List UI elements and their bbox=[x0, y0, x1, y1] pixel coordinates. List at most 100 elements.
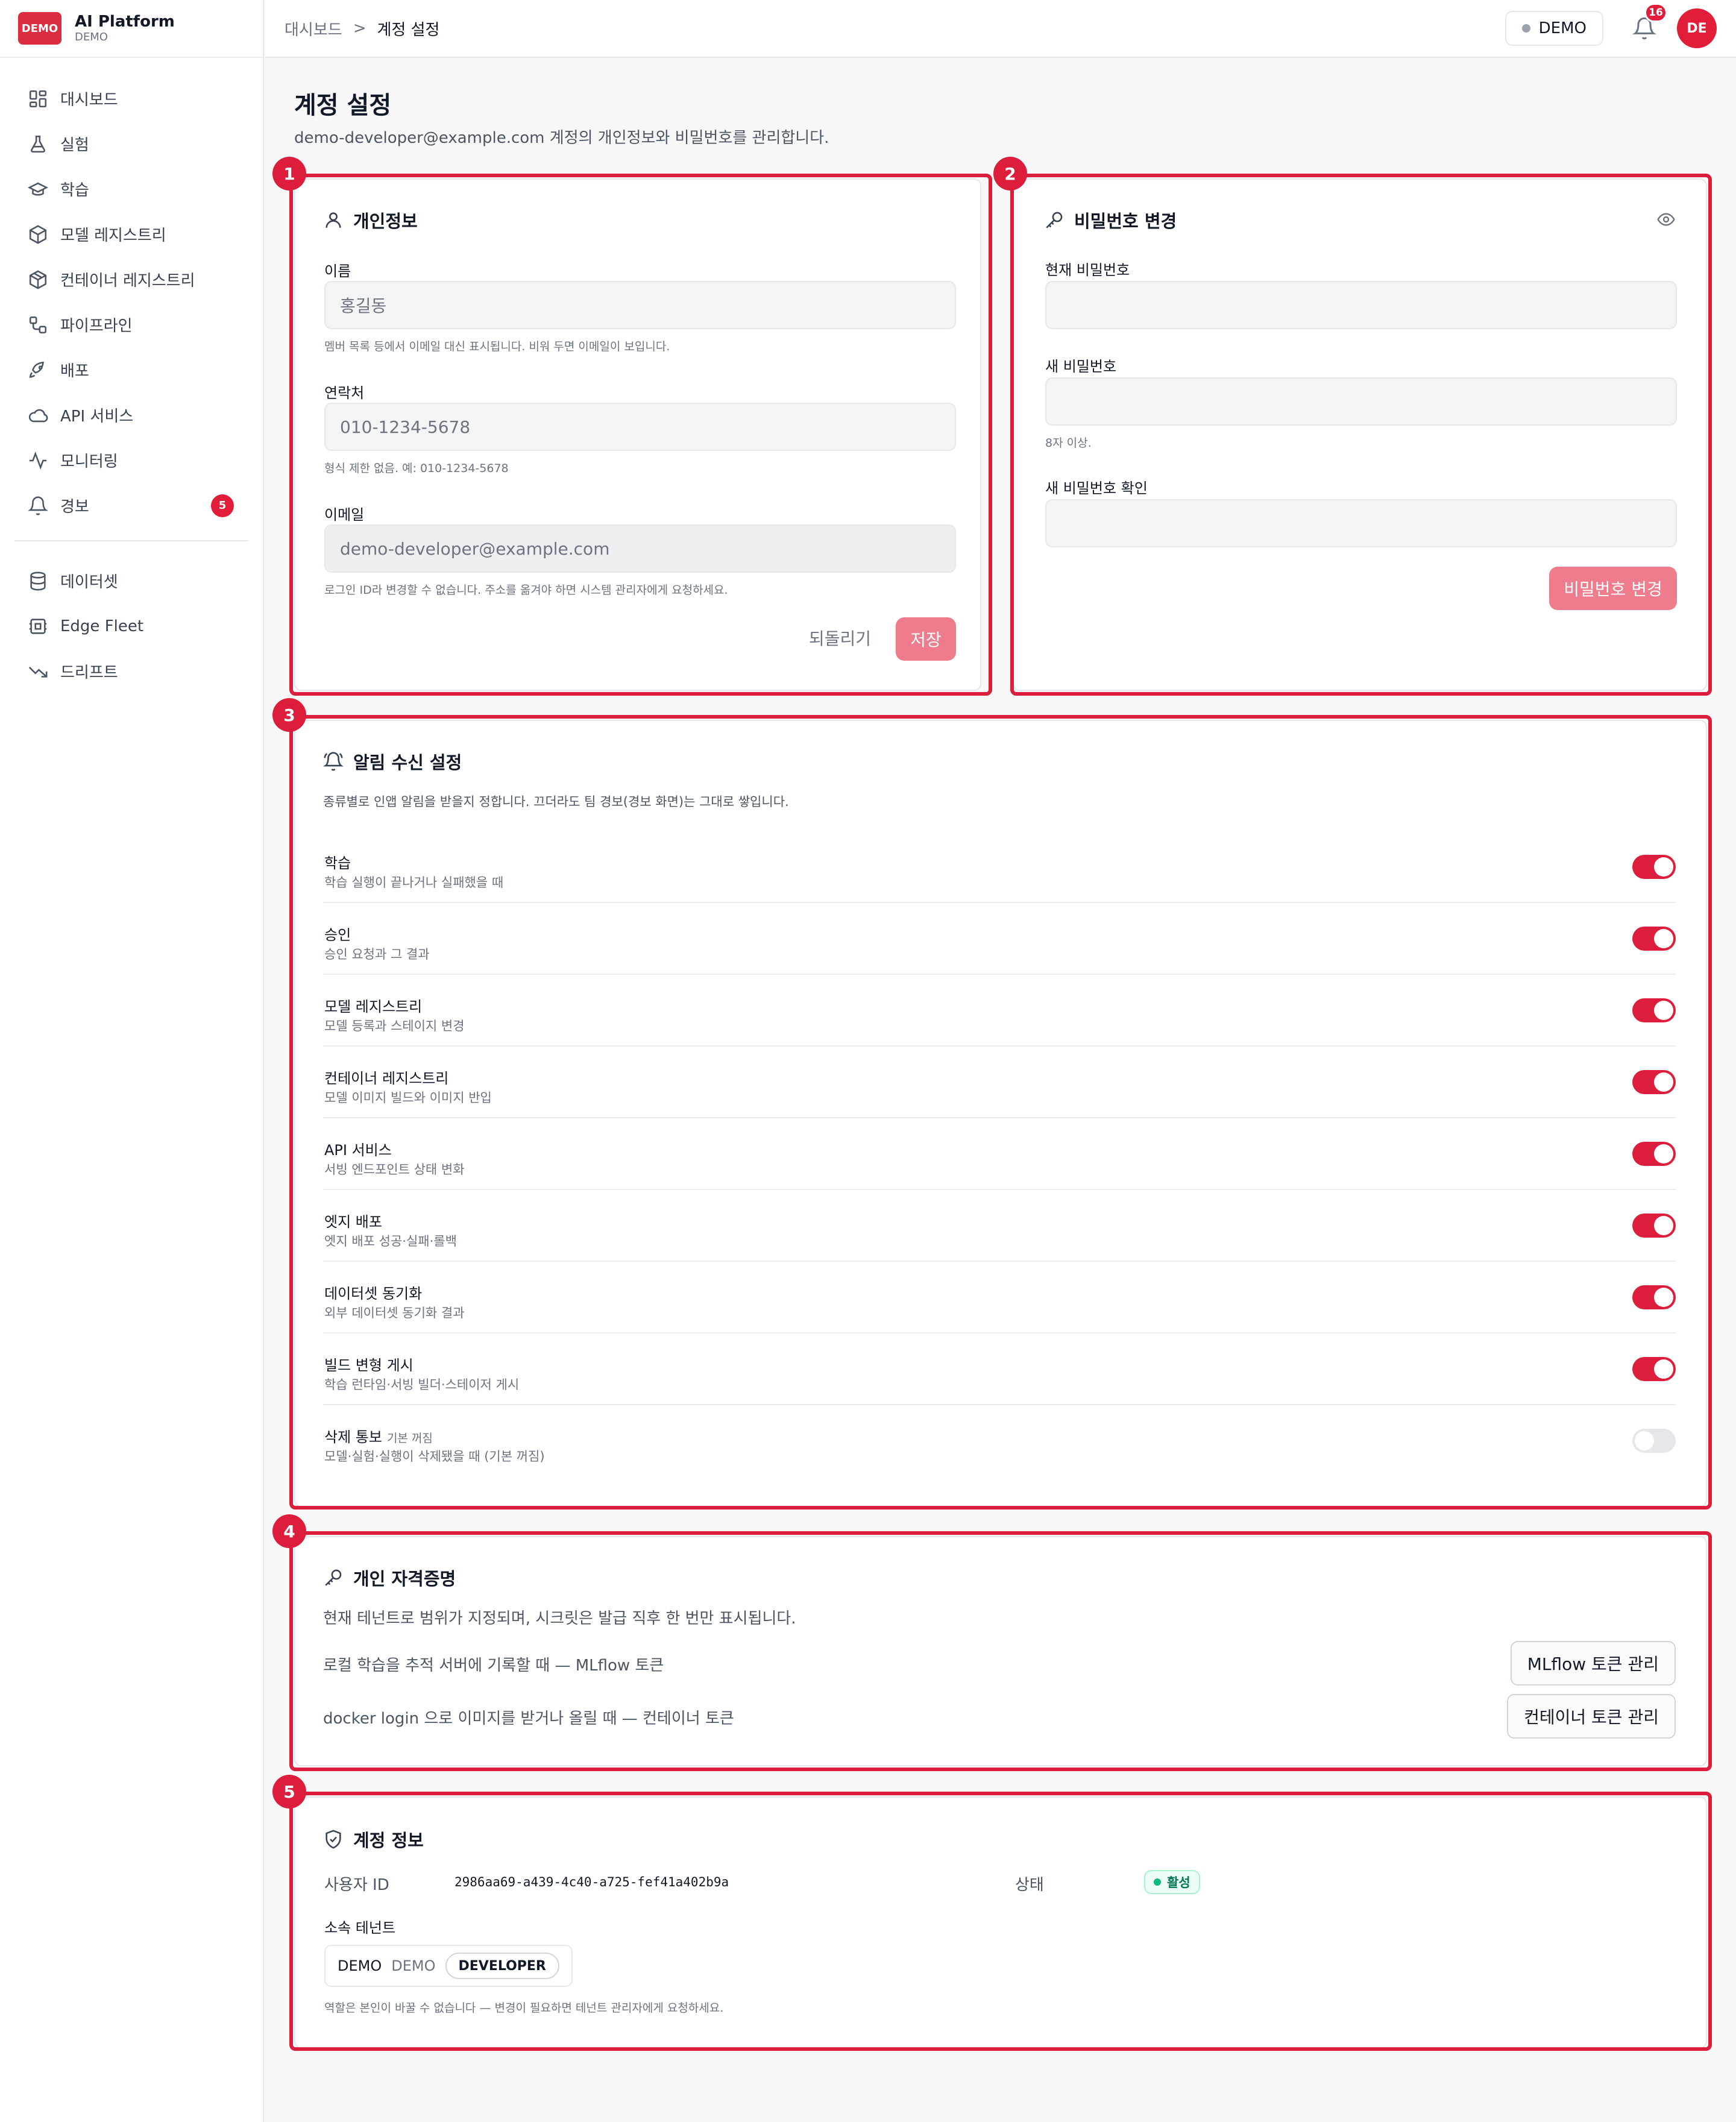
notification-name: 학습 bbox=[324, 855, 351, 872]
notification-count-badge: 16 bbox=[1644, 3, 1667, 22]
trend-down-icon bbox=[28, 661, 48, 682]
sidebar-item-monitoring[interactable]: 모니터링 bbox=[0, 438, 263, 483]
sidebar-item-drift[interactable]: 드리프트 bbox=[0, 649, 263, 694]
notification-row-model-registry: 모델 레지스트리 모델 등록과 스테이지 변경 bbox=[323, 975, 1676, 1047]
notification-sub: 엣지 배포 성공·실패·롤백 bbox=[324, 1234, 457, 1248]
role-help: 역할은 본인이 바꿀 수 없습니다 — 변경이 필요하면 테넌트 관리자에게 요… bbox=[324, 2001, 724, 2015]
bell-icon bbox=[323, 751, 344, 772]
notification-title-text: 알림 수신 설정 bbox=[353, 752, 462, 773]
status-badge: 활성 bbox=[1144, 1870, 1200, 1894]
tenant-switcher[interactable]: DEMO bbox=[1505, 11, 1603, 46]
sidebar-item-pipeline[interactable]: 파이프라인 bbox=[0, 302, 263, 347]
section-marker: 3 bbox=[272, 698, 306, 732]
notification-toggle-container-registry[interactable] bbox=[1632, 1070, 1676, 1094]
sidebar-item-label: 데이터셋 bbox=[60, 573, 118, 591]
notification-bell[interactable]: 16 bbox=[1632, 3, 1667, 40]
activity-icon bbox=[28, 450, 48, 471]
breadcrumb-root[interactable]: 대시보드 bbox=[285, 17, 342, 40]
name-label: 이름 bbox=[324, 263, 351, 280]
toggle-knob bbox=[1654, 929, 1673, 948]
profile-card-title: 개인정보 bbox=[323, 207, 418, 233]
notification-sub: 모델 등록과 스테이지 변경 bbox=[324, 1019, 465, 1033]
password-title-text: 비밀번호 변경 bbox=[1074, 211, 1177, 231]
notification-sub: 학습 런타임·서빙 빌더·스테이저 게시 bbox=[324, 1377, 520, 1392]
sidebar-item-edge-fleet[interactable]: Edge Fleet bbox=[0, 603, 263, 649]
current-password-input[interactable] bbox=[1045, 281, 1677, 329]
notification-toggle-dataset-sync[interactable] bbox=[1632, 1285, 1676, 1309]
section-marker: 4 bbox=[272, 1514, 306, 1548]
brand[interactable]: DEMO AI Platform DEMO bbox=[0, 0, 263, 58]
breadcrumb-current: 계정 설정 bbox=[377, 20, 440, 39]
notification-toggle-api-service[interactable] bbox=[1632, 1142, 1676, 1166]
sidebar-divider bbox=[14, 540, 248, 541]
notification-sub: 모델·실험·실행이 삭제됐을 때 (기본 꺼짐) bbox=[324, 1449, 545, 1464]
phone-input[interactable]: 010-1234-5678 bbox=[324, 403, 956, 451]
name-input[interactable]: 홍길동 bbox=[324, 281, 956, 329]
sidebar-item-label: 드리프트 bbox=[60, 664, 118, 682]
manage-container-token-button[interactable]: 컨테이너 토큰 관리 bbox=[1507, 1694, 1676, 1739]
notification-row-deletion: 삭제 통보 기본 꺼짐 모델·실험·실행이 삭제됐을 때 (기본 꺼짐) bbox=[323, 1406, 1676, 1477]
package-icon bbox=[28, 269, 48, 290]
reset-button[interactable]: 되돌리기 bbox=[809, 626, 871, 650]
notification-toggle-training[interactable] bbox=[1632, 855, 1676, 879]
tenant-switcher-label: DEMO bbox=[1538, 19, 1587, 37]
sidebar-item-deploy[interactable]: 배포 bbox=[0, 347, 263, 392]
email-label: 이메일 bbox=[324, 506, 365, 523]
sidebar-item-label: 컨테이너 레지스트리 bbox=[60, 272, 195, 290]
account-title-text: 계정 정보 bbox=[353, 1830, 424, 1851]
dashboard-icon bbox=[28, 89, 48, 109]
notification-name: 빌드 변형 게시 bbox=[324, 1357, 414, 1374]
sidebar-item-label: 학습 bbox=[60, 181, 89, 200]
notification-row-edge-deploy: 엣지 배포 엣지 배포 성공·실패·롤백 bbox=[323, 1191, 1676, 1262]
eye-icon[interactable] bbox=[1656, 210, 1676, 229]
sidebar-item-model-registry[interactable]: 모델 레지스트리 bbox=[0, 212, 263, 257]
notification-row-dataset-sync: 데이터셋 동기화 외부 데이터셋 동기화 결과 bbox=[323, 1262, 1676, 1333]
notification-toggle-approval[interactable] bbox=[1632, 927, 1676, 951]
sidebar-item-datasets[interactable]: 데이터셋 bbox=[0, 558, 263, 603]
notification-toggle-deletion[interactable] bbox=[1632, 1429, 1676, 1453]
toggle-knob bbox=[1654, 1216, 1673, 1235]
manage-mlflow-token-button[interactable]: MLflow 토큰 관리 bbox=[1510, 1641, 1676, 1686]
notification-name: 모델 레지스트리 bbox=[324, 998, 423, 1015]
sidebar-item-container-registry[interactable]: 컨테이너 레지스트리 bbox=[0, 257, 263, 302]
notification-name: 승인 bbox=[324, 927, 351, 943]
role-badge: DEVELOPER bbox=[445, 1953, 559, 1979]
flask-icon bbox=[28, 134, 48, 154]
sidebar-item-api-service[interactable]: API 서비스 bbox=[0, 392, 263, 438]
status-label: 상태 bbox=[1015, 1876, 1044, 1894]
notification-row-approval: 승인 승인 요청과 그 결과 bbox=[323, 904, 1676, 975]
change-password-button[interactable]: 비밀번호 변경 bbox=[1549, 567, 1677, 610]
sidebar-item-training[interactable]: 학습 bbox=[0, 166, 263, 212]
notification-toggle-build-variant[interactable] bbox=[1632, 1357, 1676, 1381]
status-text: 활성 bbox=[1167, 1875, 1190, 1890]
notification-toggle-edge-deploy[interactable] bbox=[1632, 1214, 1676, 1238]
shield-check-icon bbox=[323, 1829, 344, 1850]
sidebar-item-experiments[interactable]: 실험 bbox=[0, 121, 263, 166]
notification-name: 컨테이너 레지스트리 bbox=[324, 1070, 449, 1087]
sidebar-item-label: API 서비스 bbox=[60, 408, 134, 426]
notification-toggle-model-registry[interactable] bbox=[1632, 998, 1676, 1022]
email-input: demo-developer@example.com bbox=[324, 524, 956, 573]
notification-row-training: 학습 학습 실행이 끝나거나 실패했을 때 bbox=[323, 832, 1676, 903]
new-password-input[interactable] bbox=[1045, 377, 1677, 426]
avatar[interactable]: DE bbox=[1677, 8, 1717, 48]
sidebar-item-alerts[interactable]: 경보 5 bbox=[0, 483, 263, 528]
confirm-password-label: 새 비밀번호 확인 bbox=[1045, 480, 1148, 497]
sidebar-item-label: 경보 bbox=[60, 498, 89, 516]
sidebar-item-dashboard[interactable]: 대시보드 bbox=[0, 76, 263, 121]
new-password-label: 새 비밀번호 bbox=[1045, 358, 1117, 375]
graduation-cap-icon bbox=[28, 179, 48, 200]
sidebar-item-label: 배포 bbox=[60, 362, 89, 380]
brand-sub: DEMO bbox=[75, 31, 108, 43]
notification-name: 삭제 통보 기본 꺼짐 bbox=[324, 1429, 433, 1446]
page-title: 계정 설정 bbox=[294, 92, 392, 119]
sidebar-nav: 대시보드 실험 학습 모델 레지스트리 컨테이너 레지스트리 파이프라인 배포 bbox=[0, 58, 263, 694]
password-card-title: 비밀번호 변경 bbox=[1044, 207, 1177, 233]
sidebar-item-label: 모델 레지스트리 bbox=[60, 227, 166, 245]
notification-name: API 서비스 bbox=[324, 1142, 392, 1159]
section-marker: 5 bbox=[272, 1775, 306, 1809]
email-help: 로그인 ID라 변경할 수 없습니다. 주소를 옮겨야 하면 시스템 관리자에게… bbox=[324, 584, 728, 597]
confirm-password-input[interactable] bbox=[1045, 499, 1677, 547]
page-subtitle: demo-developer@example.com 계정의 개인정보와 비밀번… bbox=[294, 129, 829, 147]
save-button[interactable]: 저장 bbox=[896, 617, 956, 661]
